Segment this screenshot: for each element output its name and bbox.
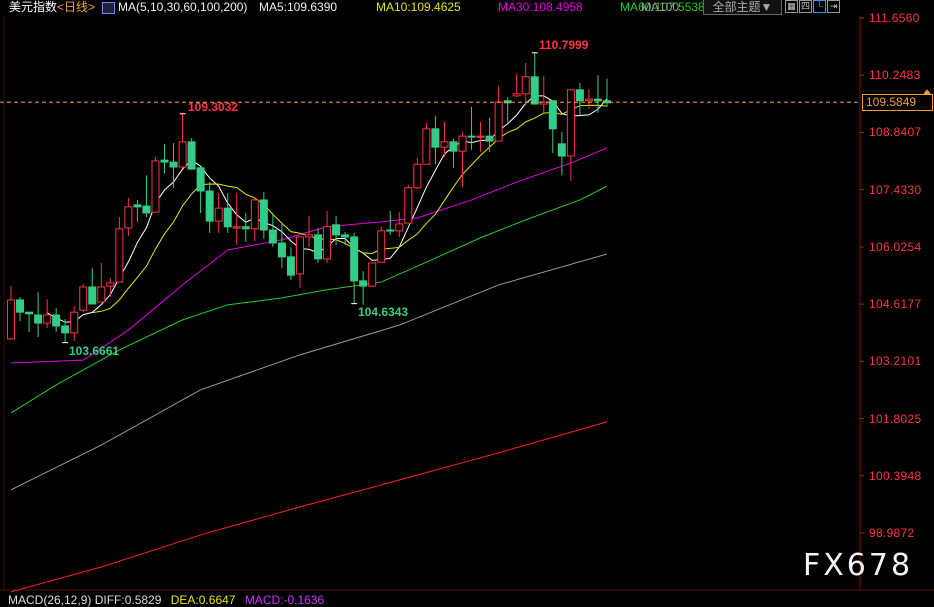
y-tick-label: 103.2101 [869, 354, 922, 369]
candle-up [404, 187, 413, 224]
candle-up [323, 226, 332, 260]
candle-down [277, 242, 286, 258]
candle-down [196, 167, 205, 192]
candle-down [341, 234, 350, 238]
candle-up [178, 141, 187, 168]
candle-down [286, 256, 295, 276]
candle-down [386, 229, 395, 232]
candle-down [187, 141, 196, 170]
candle-up [151, 160, 160, 213]
candlestick-chart[interactable] [0, 0, 934, 603]
candle-up [395, 223, 404, 232]
candle-down [593, 98, 602, 102]
candle-up [106, 282, 115, 287]
candle-down [359, 280, 368, 287]
candle-down [485, 135, 494, 142]
candle-up [521, 76, 530, 95]
candle-up [512, 93, 521, 97]
candle-down [169, 161, 178, 168]
candle-down [431, 128, 440, 148]
candle-up [43, 314, 52, 324]
candle-down [259, 199, 268, 231]
candle-down [530, 76, 539, 105]
candle-down [268, 229, 277, 244]
candle-up [584, 98, 593, 102]
candle-up [79, 286, 88, 311]
high-annotation-1: 109.3032 [188, 100, 239, 114]
candle-up [422, 128, 431, 165]
candle-down [160, 159, 169, 163]
candle-down [467, 135, 476, 138]
candle-down [223, 207, 232, 228]
macd-header: MACD(26,12,9) DIFF:0.5829 DEA:0.6647 MAC… [8, 593, 330, 607]
y-tick-label: 106.0254 [869, 239, 922, 254]
candle-up [304, 234, 313, 238]
candle-up [124, 206, 133, 229]
candle-up [7, 299, 15, 340]
candle-down [61, 325, 70, 334]
ma10-line [92, 104, 608, 314]
candle-up [295, 236, 304, 275]
macd-diff: MACD(26,12,9) DIFF:0.5829 [8, 593, 162, 607]
y-tick-label: 98.9872 [869, 526, 915, 540]
candle-down [16, 299, 25, 313]
candle-down [449, 141, 458, 152]
candle-up [458, 135, 467, 152]
candle-down [314, 234, 323, 260]
watermark-logo: FX678 [803, 548, 914, 583]
candle-up [377, 230, 386, 263]
candle-up [115, 228, 124, 283]
current-price-label: 109.5849 [862, 94, 933, 112]
candle-up [70, 311, 79, 334]
candle-down [142, 205, 151, 214]
candle-up [97, 286, 106, 303]
candle-down [575, 89, 584, 102]
candle-down [548, 100, 557, 130]
candle-down [205, 190, 214, 222]
candle-down [133, 204, 142, 208]
candle-down [241, 226, 250, 230]
y-tick-label: 110.2483 [869, 68, 921, 83]
y-tick-label: 104.6177 [869, 297, 922, 312]
candle-up [214, 207, 223, 222]
candle-down [52, 314, 61, 327]
y-tick-label: 100.3948 [869, 468, 922, 483]
low-annotation-1: 103.6661 [69, 344, 120, 358]
candle-down [332, 224, 341, 236]
candle-up [250, 199, 259, 230]
candle-up [494, 101, 503, 142]
candle-up [566, 89, 575, 157]
high-annotation-2: 110.7999 [539, 38, 589, 52]
candle-down [557, 143, 566, 157]
candle-down [34, 314, 43, 324]
candle-up [476, 135, 485, 138]
y-tick-label: 101.8025 [869, 411, 922, 426]
candle-down [25, 311, 34, 315]
y-tick-label: 108.8407 [869, 125, 922, 140]
candle-up [440, 141, 449, 148]
candle-up [368, 262, 377, 287]
macd-value: MACD:-0.1636 [244, 593, 325, 607]
candle-up [413, 163, 422, 189]
y-tick-label: 111.6560 [869, 11, 920, 25]
ma30-line [10, 147, 608, 364]
candle-down [350, 236, 359, 282]
y-tick-label: 107.4330 [869, 182, 922, 197]
candle-up [232, 226, 241, 229]
candle-down [88, 286, 97, 305]
low-annotation-2: 104.6343 [358, 305, 409, 319]
macd-dea: DEA:0.6647 [170, 593, 236, 607]
ma200-line [10, 421, 608, 593]
